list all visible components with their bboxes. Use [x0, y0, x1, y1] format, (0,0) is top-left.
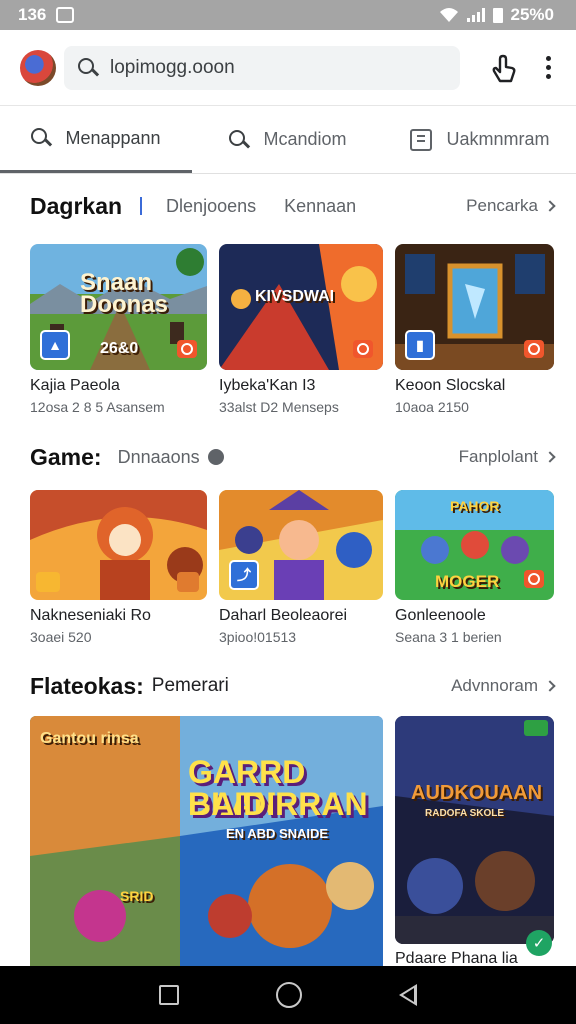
tab-uakmnmram[interactable]: Uakmnmram — [384, 106, 576, 173]
game-art-title: Snaan Doonas — [80, 269, 169, 318]
gesture-hand-icon[interactable] — [484, 48, 524, 88]
game-meta: 12osa 2 8 5 Asansem — [30, 399, 165, 415]
game-badge-icon: ▲ — [40, 330, 70, 360]
record-icon — [177, 340, 197, 358]
tab-label: Uakmnmram — [446, 129, 550, 149]
game-badge-icon — [36, 572, 60, 592]
game-card[interactable]: PAHOR MOGER Gonleenoole Seana 3 1 berien — [395, 490, 554, 645]
game-thumbnail: PAHOR MOGER — [395, 490, 554, 600]
game-card[interactable]: KIVSDWAI Iybeka'Kan I3 33alst D2 Menseps — [219, 244, 383, 415]
more-options-icon[interactable] — [538, 48, 558, 88]
record-icon — [524, 340, 544, 358]
home-icon[interactable] — [275, 982, 302, 1008]
info-icon[interactable] — [207, 449, 224, 465]
rating-badge — [524, 720, 548, 736]
game-title: Kajia Paeola — [30, 377, 120, 394]
game-art-title: PAHOR — [450, 498, 500, 514]
tab-menappann[interactable]: Menappann — [0, 106, 192, 173]
game-title: Nakneseniaki Ro — [30, 607, 151, 624]
see-more-link[interactable]: Fanplolant — [458, 447, 556, 467]
game-badge-icon: ⤴ — [229, 560, 259, 590]
status-time: 136 — [18, 5, 47, 24]
game-title: Iybeka'Kan I3 — [219, 377, 316, 394]
top-bar: lopimogg.ooon — [0, 30, 576, 106]
chevron-right-icon — [544, 680, 556, 692]
featured-card[interactable]: AUDKOUAAN RADOFA SKOLE Pdaare Phana lia — [395, 716, 554, 968]
game-card[interactable]: Nakneseniaki Ro 3oaei 520 — [30, 490, 207, 645]
back-icon[interactable] — [399, 984, 418, 1006]
featured-art-subtitle: EN ABD SNAIDE — [226, 826, 329, 841]
tab-bar: Menappann Mcandiom Uakmnmram — [0, 106, 576, 174]
see-more-link[interactable]: Advnnoram — [451, 676, 556, 696]
game-thumbnail: Snaan Doonas ▲ 26&0 — [30, 244, 207, 370]
game-art-title: KIVSDWAI — [255, 288, 335, 305]
battery-icon — [492, 7, 503, 23]
divider — [140, 197, 143, 215]
see-more-link[interactable]: Pencarka — [466, 196, 556, 216]
featured-thumbnail: Gantou rinsa GARRD DLAN BAIDIRRAN EN ABD… — [30, 716, 383, 966]
tab-label: Menappann — [65, 127, 161, 148]
game-card[interactable]: Snaan Doonas ▲ 26&0 Kajia Paeola 12osa 2 … — [30, 244, 207, 415]
see-more-label: Pencarka — [466, 196, 538, 215]
record-icon — [353, 340, 373, 358]
game-meta: Seana 3 1 berien — [395, 629, 502, 645]
game-card[interactable]: ⤴ Daharl Beoleaorei 3pioo!01513 — [219, 490, 383, 645]
wifi-icon — [439, 8, 458, 22]
game-thumbnail — [30, 490, 207, 600]
game-badge-icon: ▮ — [405, 330, 435, 360]
recents-icon[interactable] — [158, 985, 179, 1005]
game-meta: 10aoa 2150 — [395, 399, 469, 415]
game-card[interactable]: ▮ Keoon Slocskal 10aoa 2150 — [395, 244, 554, 415]
game-thumbnail: ⤴ — [219, 490, 383, 600]
record-icon — [177, 572, 199, 592]
search-icon — [31, 128, 51, 148]
tab-label: Mcandiom — [263, 129, 347, 149]
record-icon — [524, 570, 544, 588]
search-input[interactable]: lopimogg.ooon — [110, 57, 235, 79]
battery-level: 25%0 — [510, 5, 554, 24]
featured-card[interactable]: Gantou rinsa GARRD DLAN BAIDIRRAN EN ABD… — [30, 716, 383, 966]
section-subtitle: Pemerari — [151, 675, 229, 696]
chevron-right-icon — [544, 451, 556, 463]
game-thumbnail: KIVSDWAI — [219, 244, 383, 370]
filter-chip[interactable]: Dlenjooens — [166, 196, 256, 217]
avatar[interactable] — [20, 49, 56, 86]
system-nav-bar — [0, 966, 576, 1024]
section-header: Flateokas: Pemerari Advnnoram — [0, 666, 576, 706]
search-icon — [229, 129, 249, 150]
featured-art-subtitle: RADOFA SKOLE — [425, 808, 505, 819]
game-thumbnail: ▮ — [395, 244, 554, 370]
game-art-subtitle: MOGER — [435, 572, 500, 591]
section-title: Dagrkan — [30, 192, 123, 219]
game-meta: 3oaei 520 — [30, 629, 92, 645]
game-title: Daharl Beoleaorei — [219, 607, 348, 624]
status-bar: 136 25%0 — [0, 0, 576, 30]
signal-icon — [466, 8, 485, 22]
game-art-count: 26&0 — [100, 340, 139, 357]
see-more-label: Advnnoram — [451, 676, 538, 695]
game-meta: 3pioo!01513 — [219, 629, 297, 645]
game-meta: 33alst D2 Menseps — [219, 399, 339, 415]
search-bar[interactable]: lopimogg.ooon — [64, 45, 460, 90]
tablet-icon — [410, 128, 433, 151]
search-icon — [78, 57, 98, 78]
see-more-label: Fanplolant — [458, 447, 538, 466]
section-header: Game: Dnnaaons Fanplolant — [0, 437, 576, 477]
featured-art-title: AUDKOUAAN — [411, 782, 543, 804]
tab-mcandiom[interactable]: Mcandiom — [192, 106, 384, 173]
chevron-right-icon — [544, 200, 556, 212]
featured-art-badge: Gantou rinsa — [40, 730, 139, 747]
section-header: Dagrkan Dlenjooens Kennaan Pencarka — [0, 186, 576, 226]
section-subtitle: Dnnaaons — [117, 446, 200, 467]
featured-thumbnail: AUDKOUAAN RADOFA SKOLE — [395, 716, 554, 944]
notification-icon — [56, 7, 75, 23]
featured-art-mini: SRID — [120, 888, 154, 904]
section-title: Game: — [30, 443, 102, 470]
game-title: Keoon Slocskal — [395, 377, 506, 394]
featured-art-title: BAIDIRRAN — [188, 786, 368, 822]
game-title: Gonleenoole — [395, 607, 486, 624]
checkmark-icon[interactable]: ✓ — [526, 930, 552, 956]
section-title: Flateokas: — [30, 672, 144, 699]
filter-chip[interactable]: Kennaan — [284, 196, 356, 217]
